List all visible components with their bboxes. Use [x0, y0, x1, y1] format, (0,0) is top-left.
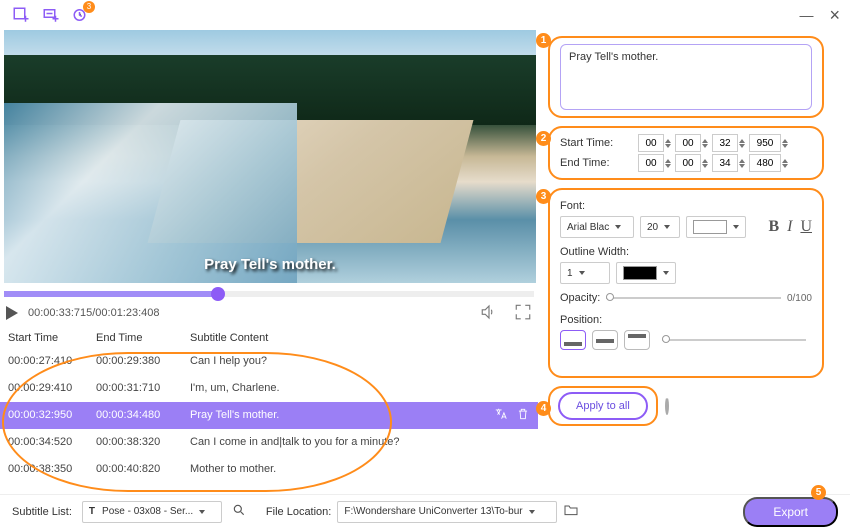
chevron-down-icon	[199, 510, 205, 514]
italic-button[interactable]: I	[787, 218, 792, 236]
position-label: Position:	[560, 314, 812, 326]
subtitle-list-header: Start Time End Time Subtitle Content	[0, 326, 538, 348]
subtitle-list: 00:00:27:41000:00:29:380Can I help you?0…	[0, 348, 538, 495]
end-h[interactable]	[638, 154, 671, 172]
end-s[interactable]	[712, 154, 745, 172]
time-edit-group: Start Time: End Time:	[548, 126, 824, 180]
style-group: Font: Arial Blac 20 B I U Outline Width:…	[548, 188, 824, 378]
position-top[interactable]	[624, 330, 650, 350]
close-button[interactable]: ×	[829, 5, 840, 26]
delete-icon[interactable]	[516, 407, 530, 424]
row-content: Pray Tell's mother.	[190, 409, 494, 421]
chevron-down-icon	[529, 510, 535, 514]
position-middle[interactable]	[592, 330, 618, 350]
row-content: Can I come in and|talk to you for a minu…	[190, 436, 530, 448]
table-row[interactable]: 00:00:38:35000:00:40:820Mother to mother…	[0, 456, 538, 483]
start-time-label: Start Time:	[560, 137, 634, 149]
open-folder-icon[interactable]	[563, 502, 579, 521]
row-start: 00:00:32:950	[8, 409, 96, 421]
subtitle-list-label: Subtitle List:	[12, 506, 72, 518]
table-row[interactable]: 00:00:29:41000:00:31:710I'm, um, Charlen…	[0, 375, 538, 402]
col-end-header: End Time	[96, 332, 190, 344]
position-slider[interactable]	[662, 339, 806, 341]
step-badge-5: 5	[811, 485, 826, 500]
table-row[interactable]: 00:00:27:41000:00:29:380Can I help you?	[0, 348, 538, 375]
fullscreen-icon[interactable]	[514, 303, 532, 324]
reset-icon[interactable]	[665, 397, 669, 415]
text-edit-group: Pray Tell's mother.	[548, 36, 824, 118]
outline-width-select[interactable]: 1	[560, 262, 610, 284]
position-bottom[interactable]	[560, 330, 586, 350]
apply-group: Apply to all	[548, 386, 658, 426]
font-select[interactable]: Arial Blac	[560, 216, 634, 238]
bottom-bar: Subtitle List: TPose - 03x08 - Ser... Fi…	[0, 494, 850, 528]
opacity-slider[interactable]	[606, 297, 781, 299]
end-m[interactable]	[675, 154, 708, 172]
step-badge-1: 1	[536, 33, 551, 48]
end-ms[interactable]	[749, 154, 788, 172]
font-label: Font:	[560, 200, 812, 212]
row-end: 00:00:29:380	[96, 355, 190, 367]
minimize-button[interactable]: —	[799, 7, 813, 23]
file-location-select[interactable]: F:\Wondershare UniConverter 13\To-bur	[337, 501, 557, 523]
row-start: 00:00:27:410	[8, 355, 96, 367]
step-badge-2: 2	[536, 131, 551, 146]
row-start: 00:00:38:350	[8, 463, 96, 475]
bold-button[interactable]: B	[768, 218, 779, 236]
subtitle-text-input[interactable]: Pray Tell's mother.	[560, 44, 812, 110]
progress-bar[interactable]	[4, 291, 534, 297]
font-size-select[interactable]: 20	[640, 216, 680, 238]
table-row[interactable]: 00:00:32:95000:00:34:480Pray Tell's moth…	[0, 402, 538, 429]
start-ms[interactable]	[749, 134, 788, 152]
row-start: 00:00:34:520	[8, 436, 96, 448]
col-content-header: Subtitle Content	[190, 332, 530, 344]
start-s[interactable]	[712, 134, 745, 152]
row-end: 00:00:34:480	[96, 409, 190, 421]
step-badge-4: 4	[536, 401, 551, 416]
underline-button[interactable]: U	[800, 218, 812, 236]
play-button[interactable]	[6, 306, 18, 320]
row-end: 00:00:40:820	[96, 463, 190, 475]
chevron-down-icon	[664, 225, 670, 229]
start-m[interactable]	[675, 134, 708, 152]
outline-color-select[interactable]	[616, 262, 676, 284]
sync-badge: 3	[83, 1, 95, 13]
font-color-select[interactable]	[686, 216, 746, 238]
search-icon[interactable]	[232, 503, 246, 520]
start-h[interactable]	[638, 134, 671, 152]
table-row[interactable]: 00:00:34:52000:00:38:320Can I come in an…	[0, 429, 538, 456]
video-preview[interactable]: Pray Tell's mother.	[4, 30, 536, 283]
file-location-label: File Location:	[266, 506, 331, 518]
export-button[interactable]: Export	[743, 497, 838, 527]
row-end: 00:00:38:320	[96, 436, 190, 448]
translate-icon[interactable]	[494, 407, 508, 424]
add-subtitle-icon[interactable]	[40, 4, 62, 26]
row-content: Can I help you?	[190, 355, 530, 367]
row-content: I'm, um, Charlene.	[190, 382, 530, 394]
opacity-value: 0/100	[787, 293, 812, 304]
end-time-label: End Time:	[560, 157, 634, 169]
outline-label: Outline Width:	[560, 246, 812, 258]
col-start-header: Start Time	[8, 332, 96, 344]
video-subtitle-overlay: Pray Tell's mother.	[4, 256, 536, 273]
time-display: 00:00:33:715/00:01:23:408	[28, 307, 160, 319]
chevron-down-icon	[663, 271, 669, 275]
row-end: 00:00:31:710	[96, 382, 190, 394]
volume-icon[interactable]	[480, 303, 498, 324]
row-content: Mother to mother.	[190, 463, 530, 475]
chevron-down-icon	[615, 225, 621, 229]
row-start: 00:00:29:410	[8, 382, 96, 394]
opacity-label: Opacity:	[560, 292, 600, 304]
step-badge-3: 3	[536, 189, 551, 204]
chevron-down-icon	[579, 271, 585, 275]
apply-to-all-button[interactable]: Apply to all	[558, 392, 648, 420]
add-media-icon[interactable]	[10, 4, 32, 26]
subtitle-file-select[interactable]: TPose - 03x08 - Ser...	[82, 501, 222, 523]
top-toolbar: 3 — ×	[0, 0, 850, 30]
chevron-down-icon	[733, 225, 739, 229]
sync-icon[interactable]: 3	[70, 4, 92, 26]
